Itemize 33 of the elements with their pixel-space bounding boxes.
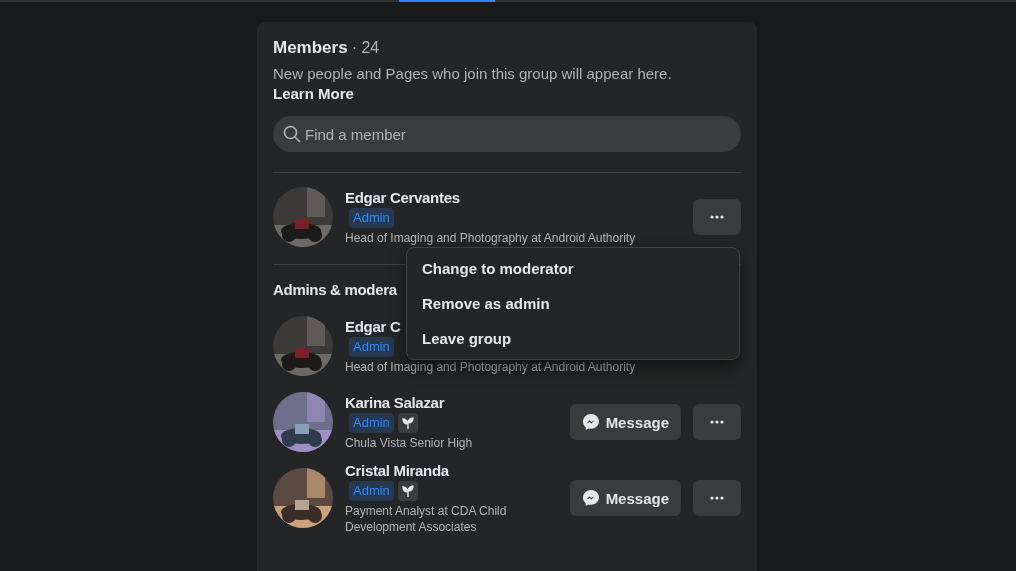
role-badge: Admin	[349, 336, 394, 357]
menu-item[interactable]: Remove as admin	[407, 286, 739, 321]
messenger-icon	[581, 489, 600, 507]
member-subtitle: Chula Vista Senior High	[345, 434, 474, 451]
role-badge: Admin	[349, 412, 394, 433]
more-button[interactable]	[693, 404, 741, 440]
message-button[interactable]: Message	[569, 404, 681, 440]
member-subtitle: Head of Imaging and Photography at Android Authority	[345, 358, 637, 375]
member-name[interactable]: Karina Salazar	[345, 393, 445, 411]
menu-item[interactable]: Leave group	[407, 321, 739, 356]
sprout-icon	[397, 412, 418, 433]
section-title: Admins & modera	[273, 281, 397, 298]
member-name[interactable]: Edgar Cervantes	[345, 188, 460, 206]
role-badge: Admin	[349, 207, 394, 228]
message-button[interactable]: Message	[569, 480, 681, 516]
sprout-icon	[397, 480, 418, 501]
learn-more-link[interactable]: Learn More	[273, 85, 354, 102]
role-badge: Admin	[349, 480, 394, 501]
more-icon	[710, 496, 724, 500]
more-icon	[710, 420, 724, 424]
member-name[interactable]: Cristal Miranda	[345, 461, 449, 479]
more-icon	[710, 215, 724, 219]
member-subtitle: Payment Analyst at CDA Child Development Associates	[345, 502, 508, 535]
menu-item[interactable]: Change to moderator	[407, 251, 739, 286]
more-button[interactable]	[693, 199, 741, 235]
member-subtitle: Head of Imaging and Photography at Android Authority	[345, 229, 637, 246]
member-count: · 24	[351, 39, 380, 57]
more-button[interactable]	[693, 480, 741, 516]
search-field[interactable]: Find a member	[273, 116, 741, 152]
messenger-icon	[581, 413, 600, 431]
members-description: New people and Pages who join this group will appear here. Learn More	[273, 64, 673, 104]
member-name[interactable]: Edgar C	[345, 317, 401, 335]
members-title: Members	[273, 38, 348, 58]
